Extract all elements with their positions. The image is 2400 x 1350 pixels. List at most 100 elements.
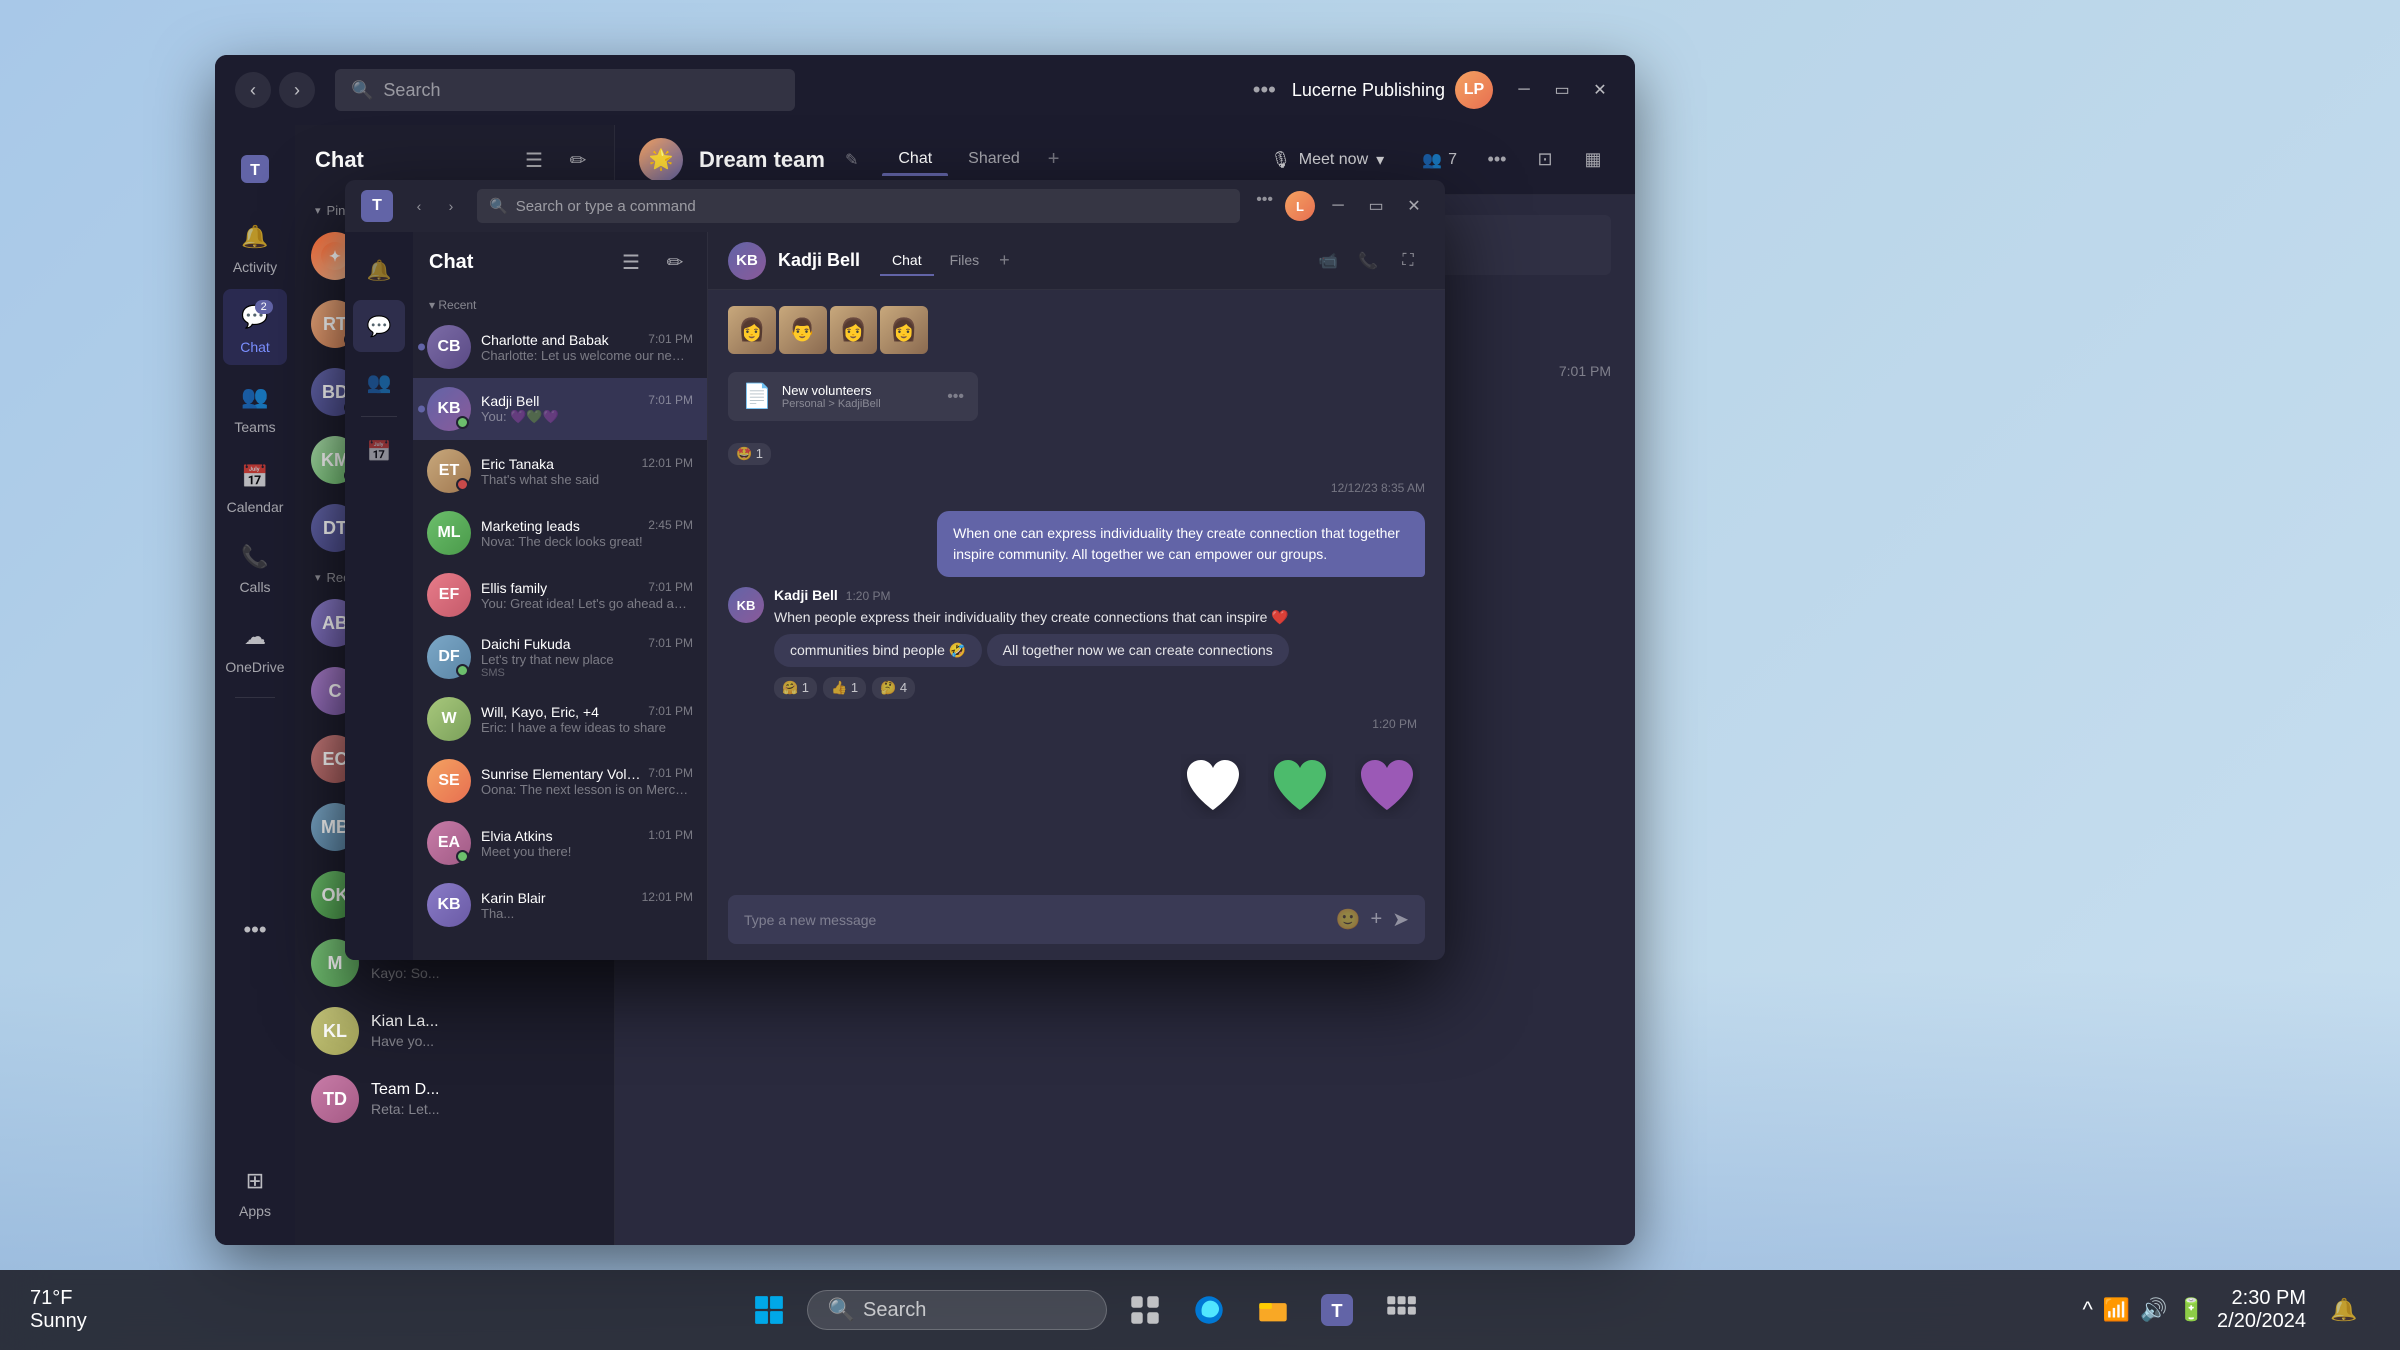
forward-button[interactable]: ›: [279, 72, 315, 108]
ov-reaction-hug[interactable]: 🤗 1: [774, 677, 817, 699]
ov-nav-bell[interactable]: 🔔: [353, 244, 405, 296]
new-chat-icon[interactable]: ✏: [562, 144, 594, 176]
overlay-forward-button[interactable]: ›: [437, 192, 465, 220]
ov-preview-daichi: Let's try that new place: [481, 652, 693, 667]
ov-file-more-icon[interactable]: •••: [947, 388, 964, 406]
sys-tray-icons: ^ 📶 🔊 🔋: [2082, 1297, 2205, 1323]
sidebar-item-onedrive[interactable]: ☁ OneDrive: [223, 609, 287, 685]
ov-nav-teams[interactable]: 👥: [353, 356, 405, 408]
ov-filter-icon[interactable]: ☰: [615, 246, 647, 278]
ov-daichi-status: [456, 664, 469, 677]
chat-item-kian[interactable]: KL Kian La... Have yo...: [295, 997, 614, 1065]
teams-label: Teams: [234, 419, 275, 435]
ov-audio-call-icon[interactable]: 📞: [1351, 244, 1385, 278]
ov-name-sunrise: Sunrise Elementary Volunteers: [481, 766, 648, 782]
ov-tab-files[interactable]: Files: [938, 246, 992, 275]
more-apps-button[interactable]: [1375, 1284, 1427, 1336]
chat-item-teamd[interactable]: TD Team D... Reta: Let...: [295, 1065, 614, 1133]
overlay-dots-icon[interactable]: •••: [1252, 191, 1277, 221]
ov-file-card[interactable]: 📄 New volunteers Personal > KadjiBell ••…: [728, 372, 978, 421]
battery-icon[interactable]: 🔋: [2178, 1297, 2205, 1323]
meet-now-button[interactable]: 🎙 Meet now ▾: [1254, 142, 1400, 178]
maximize-button[interactable]: ▭: [1547, 75, 1577, 105]
sidebar-item-more[interactable]: •••: [223, 902, 287, 958]
file-explorer-button[interactable]: [1247, 1284, 1299, 1336]
overlay-nav-buttons: ‹ ›: [405, 192, 465, 220]
minimize-button[interactable]: ─: [1509, 75, 1539, 105]
overlay-close-button[interactable]: ✕: [1399, 191, 1429, 221]
ov-video-call-icon[interactable]: 📹: [1311, 244, 1345, 278]
overlay-minimize-button[interactable]: ─: [1323, 191, 1353, 221]
ov-chat-ellis[interactable]: EF Ellis family 7:01 PM You: Great idea!…: [413, 564, 707, 626]
ov-add-tab-icon[interactable]: +: [995, 246, 1014, 275]
ov-reaction-thumbs[interactable]: 👍 1: [823, 677, 866, 699]
sidebar-item-activity[interactable]: 🔔 Activity: [223, 209, 287, 285]
network-icon[interactable]: 📶: [2103, 1297, 2130, 1323]
ov-reaction-think[interactable]: 🤔 4: [872, 677, 915, 699]
ov-name-kadji: Kadji Bell: [481, 393, 539, 409]
ov-nav-chat[interactable]: 💬: [353, 300, 405, 352]
filter-icon[interactable]: ☰: [518, 144, 550, 176]
ov-file-info: New volunteers Personal > KadjiBell: [782, 383, 937, 410]
ov-chat-kadji[interactable]: KB Kadji Bell 7:01 PM You: 💜💚💜: [413, 378, 707, 440]
volume-icon[interactable]: 🔊: [2140, 1297, 2167, 1323]
teamd-preview: Reta: Let...: [371, 1101, 598, 1117]
ov-nav-calendar[interactable]: 📅: [353, 425, 405, 477]
ov-tab-chat[interactable]: Chat: [880, 246, 934, 275]
more-options-button[interactable]: •••: [1253, 77, 1276, 103]
ov-chat-charlotte-babak[interactable]: CB Charlotte and Babak 7:01 PM Charlotte…: [413, 316, 707, 378]
start-button[interactable]: [743, 1284, 795, 1336]
ov-avatar-elvia: EA: [427, 821, 471, 865]
search-bar[interactable]: 🔍 Search: [335, 69, 795, 111]
ov-name-mktg: Marketing leads: [481, 518, 580, 534]
ov-chat-mktg[interactable]: ML Marketing leads 2:45 PM Nova: The dec…: [413, 502, 707, 564]
sidebar-item-calendar[interactable]: 📅 Calendar: [223, 449, 287, 525]
sidebar-item-teams[interactable]: 👥 Teams: [223, 369, 287, 445]
taskbar-clock[interactable]: 2:30 PM 2/20/2024: [2217, 1287, 2306, 1333]
ov-chat-karin[interactable]: KB Karin Blair 12:01 PM Tha...: [413, 874, 707, 936]
add-tab-icon[interactable]: +: [1040, 144, 1068, 175]
ov-chat-eric[interactable]: ET Eric Tanaka 12:01 PM That's what she …: [413, 440, 707, 502]
taskbar-search-button[interactable]: 🔍 Search: [807, 1290, 1107, 1330]
overlay-search-bar[interactable]: 🔍 Search or type a command: [477, 189, 1240, 223]
layout-icon[interactable]: ▦: [1575, 142, 1611, 178]
sidebar-item-apps[interactable]: ⊞ Apps: [223, 1153, 287, 1229]
ov-new-chat-icon[interactable]: ✏: [659, 246, 691, 278]
tab-shared[interactable]: Shared: [952, 144, 1036, 175]
ov-hearts-timestamp-row: 1:20 PM: [728, 709, 1425, 739]
taskbar-search-icon: 🔍: [828, 1297, 855, 1323]
teams-taskbar-button[interactable]: T: [1311, 1284, 1363, 1336]
ov-chat-daichi[interactable]: DF Daichi Fukuda 7:01 PM Let's try that …: [413, 626, 707, 688]
ov-emoji-button[interactable]: 🙂: [1336, 907, 1361, 932]
ov-chat-will-group[interactable]: W Will, Kayo, Eric, +4 7:01 PM Eric: I h…: [413, 688, 707, 750]
ov-kadji-msg-group: KB Kadji Bell 1:20 PM When people expres…: [728, 587, 1425, 699]
ov-preview-eric: That's what she said: [481, 472, 693, 487]
chevron-up-icon[interactable]: ^: [2082, 1297, 2092, 1323]
sidebar-item-chat[interactable]: 💬2 Chat: [223, 289, 287, 365]
ov-chat-sunrise[interactable]: SE Sunrise Elementary Volunteers 7:01 PM…: [413, 750, 707, 812]
ov-reaction-heart[interactable]: 🤩 1: [728, 443, 771, 465]
ov-expand-icon[interactable]: ⛶: [1391, 244, 1425, 278]
teams-logo[interactable]: T: [223, 141, 287, 197]
user-profile[interactable]: Lucerne Publishing LP: [1292, 71, 1493, 109]
ov-word-file-icon: 📄: [742, 382, 772, 411]
overlay-back-button[interactable]: ‹: [405, 192, 433, 220]
participants-button[interactable]: 👥 7: [1412, 144, 1467, 176]
screen-share-icon[interactable]: ⊡: [1527, 142, 1563, 178]
back-button[interactable]: ‹: [235, 72, 271, 108]
ov-kadji-name: Kadji Bell: [774, 587, 838, 603]
overlay-maximize-button[interactable]: ▭: [1361, 191, 1391, 221]
edge-button[interactable]: [1183, 1284, 1235, 1336]
tab-chat[interactable]: Chat: [882, 144, 948, 175]
ov-eric-status: [456, 478, 469, 491]
sidebar-item-calls[interactable]: 📞 Calls: [223, 529, 287, 605]
ov-send-button[interactable]: ➤: [1392, 907, 1409, 932]
notification-center-button[interactable]: 🔔: [2318, 1284, 2370, 1336]
ov-name-cb: Charlotte and Babak: [481, 332, 609, 348]
more-actions-icon[interactable]: •••: [1479, 142, 1515, 178]
task-view-button[interactable]: [1119, 1284, 1171, 1336]
ov-chat-elvia[interactable]: EA Elvia Atkins 1:01 PM Meet you there!: [413, 812, 707, 874]
ov-add-button[interactable]: +: [1371, 908, 1383, 931]
close-button[interactable]: ✕: [1585, 75, 1615, 105]
edit-channel-icon[interactable]: ✎: [845, 150, 858, 170]
